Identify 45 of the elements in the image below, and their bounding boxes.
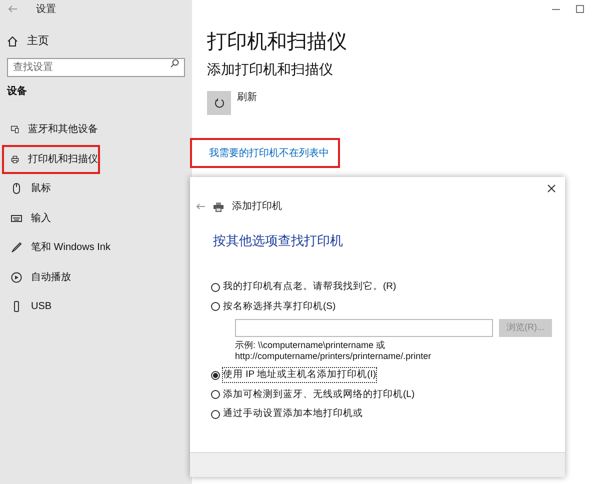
radio-button[interactable] xyxy=(211,370,220,380)
example-text: http://computername/printers/printername/.printer xyxy=(235,350,432,362)
keyboard-icon xyxy=(11,212,22,224)
radio-button[interactable] xyxy=(211,302,220,312)
radio-button[interactable] xyxy=(211,390,220,400)
sidebar-item[interactable]: 蓝牙和其他设备 xyxy=(2,115,100,144)
usb-icon xyxy=(11,301,22,312)
sidebar-item[interactable]: 自动播放 xyxy=(2,262,100,292)
search-field[interactable]: 查找设置 xyxy=(7,58,185,77)
printer-icon xyxy=(11,154,19,165)
back-arrow-icon[interactable] xyxy=(196,203,205,210)
option-label[interactable]: 通过手动设置添加本地打印机或 xyxy=(223,407,363,422)
home-icon xyxy=(7,36,18,46)
dialog-title: 添加打印机 xyxy=(232,200,282,214)
example-text: 示例: \\computername\printername 或 xyxy=(235,340,386,350)
pen-icon xyxy=(11,242,22,254)
refresh-button[interactable] xyxy=(207,91,231,115)
mouse-icon xyxy=(11,183,22,194)
option-label[interactable]: 添加可检测到蓝牙、无线或网络的打印机(L) xyxy=(223,388,415,402)
section-heading: 设备 xyxy=(6,84,28,99)
refresh-icon xyxy=(214,98,224,108)
radio-button[interactable] xyxy=(211,410,220,419)
sidebar-item[interactable]: 输入 xyxy=(2,204,100,233)
maximize-icon[interactable] xyxy=(576,5,584,13)
option-label[interactable]: 我的打印机有点老。请帮我找到它。(R) xyxy=(223,280,396,294)
section-title: 添加打印机和扫描仪 xyxy=(207,60,334,79)
sidebar-item[interactable]: USB xyxy=(2,292,100,322)
sidebar-item[interactable]: 鼠标 xyxy=(2,174,100,204)
option-label[interactable]: 按名称选择共享打印机(S) xyxy=(223,300,336,314)
devices-icon xyxy=(11,124,19,136)
minimize-icon[interactable] xyxy=(552,8,560,10)
close-icon[interactable] xyxy=(547,184,556,193)
home-link[interactable]: 主页 xyxy=(0,33,192,49)
window-title: 设置 xyxy=(36,2,56,16)
dialog-heading: 按其他选项查找打印机 xyxy=(212,232,344,250)
sidebar-item[interactable]: 笔和 Windows Ink xyxy=(2,233,152,262)
printer-name-field[interactable] xyxy=(235,318,493,336)
printer-icon xyxy=(213,202,224,212)
page-title: 打印机和扫描仪 xyxy=(207,30,348,55)
autoplay-icon xyxy=(11,272,22,283)
radio-button[interactable] xyxy=(211,282,220,292)
refresh-label: 刷新 xyxy=(237,90,257,105)
option-label[interactable]: 使用 IP 地址或主机名添加打印机(I) xyxy=(223,368,376,382)
sidebar-item[interactable]: 打印机和扫描仪 xyxy=(2,144,100,174)
search-icon xyxy=(170,59,179,68)
